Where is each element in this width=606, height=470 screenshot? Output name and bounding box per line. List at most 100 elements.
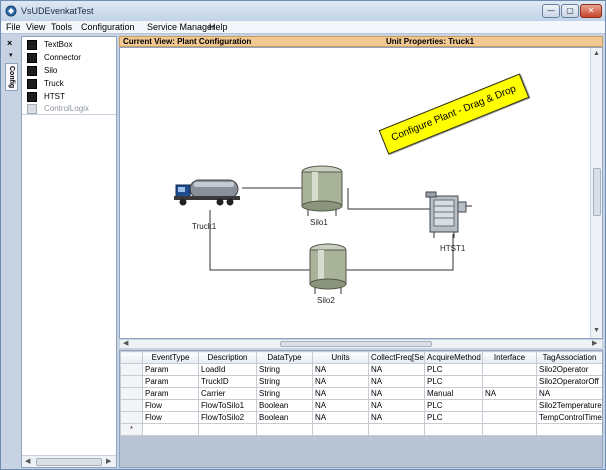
grid-cell[interactable]: String <box>256 363 313 376</box>
column-header[interactable]: AcquireMethod <box>424 351 483 364</box>
grid-cell[interactable]: NA <box>368 375 425 388</box>
grid-cell[interactable]: PLC <box>424 399 483 412</box>
title-bar[interactable]: VsUDEvenkatTest — ▢ ✕ <box>1 1 605 21</box>
canvas-horizontal-scrollbar[interactable]: ◀ ▶ <box>119 339 603 349</box>
column-header[interactable]: Description <box>198 351 257 364</box>
grid-cell[interactable]: LoadId <box>198 363 257 376</box>
new-row-marker[interactable]: * <box>120 423 143 436</box>
grid-cell[interactable]: PLC <box>424 375 483 388</box>
grid-cell[interactable]: Param <box>142 387 199 400</box>
row-header[interactable] <box>120 411 143 424</box>
grid-cell[interactable]: Param <box>142 375 199 388</box>
toolbox-item-htst[interactable]: HTST <box>24 91 114 103</box>
scroll-thumb[interactable] <box>280 341 432 347</box>
maximize-button[interactable]: ▢ <box>561 4 579 18</box>
grid-cell[interactable]: FlowToSilo1 <box>198 399 257 412</box>
grid-cell[interactable]: PLC <box>424 363 483 376</box>
close-button[interactable]: ✕ <box>580 4 602 18</box>
grid-cell[interactable]: Silo2OperatorOff <box>536 375 602 388</box>
column-header[interactable]: TagAssociation <box>536 351 602 364</box>
row-header[interactable] <box>120 387 143 400</box>
grid-cell[interactable]: Boolean <box>256 399 313 412</box>
grid-cell[interactable] <box>368 423 425 436</box>
toolbox-horizontal-scrollbar[interactable]: ◀ ▶ <box>22 455 116 467</box>
grid-cell[interactable]: TempControlTimer <box>536 411 602 424</box>
row-header[interactable] <box>120 375 143 388</box>
scroll-thumb[interactable] <box>36 458 102 466</box>
toolbox-item-label: TextBox <box>44 40 73 49</box>
grid-cell[interactable]: FlowToSilo2 <box>198 411 257 424</box>
toolbox-item-textbox[interactable]: TextBox <box>24 39 114 51</box>
scroll-right-icon[interactable]: ▶ <box>592 340 597 348</box>
grid-cell[interactable]: NA <box>312 387 369 400</box>
grid-cell[interactable]: Flow <box>142 399 199 412</box>
new-row[interactable]: * <box>120 423 602 436</box>
menu-tools[interactable]: Tools <box>51 22 72 32</box>
grid-cell[interactable] <box>482 399 537 412</box>
toolbox-item-connector[interactable]: Connector <box>24 52 114 64</box>
scroll-left-icon[interactable]: ◀ <box>123 340 128 348</box>
menu-help[interactable]: Help <box>209 22 228 32</box>
scroll-left-icon[interactable]: ◀ <box>25 457 30 465</box>
grid-cell[interactable] <box>312 423 369 436</box>
grid-cell[interactable]: NA <box>312 399 369 412</box>
table-row[interactable]: Flow FlowToSilo2 Boolean NA NA PLC TempC… <box>120 411 602 424</box>
scroll-up-icon[interactable]: ▲ <box>593 50 600 57</box>
grid-cell[interactable] <box>482 411 537 424</box>
column-header[interactable]: CollectFreq[Sec] <box>368 351 425 364</box>
grid-cell[interactable]: NA <box>312 363 369 376</box>
grid-cell[interactable]: PLC <box>424 411 483 424</box>
grid-cell[interactable] <box>256 423 313 436</box>
dock-close-icon[interactable]: × <box>7 38 12 48</box>
grid-cell[interactable]: String <box>256 375 313 388</box>
column-header[interactable]: Units <box>312 351 369 364</box>
grid-cell[interactable]: Carrier <box>198 387 257 400</box>
scroll-thumb[interactable] <box>593 168 601 216</box>
grid-cell[interactable]: String <box>256 387 313 400</box>
grid-cell[interactable]: Param <box>142 363 199 376</box>
grid-cell[interactable]: NA <box>536 387 602 400</box>
grid-cell[interactable] <box>482 423 537 436</box>
plant-canvas[interactable]: Truck1 Silo1 Silo2 HTST1 Configure Plant… <box>119 47 603 339</box>
column-header[interactable]: EventType <box>142 351 199 364</box>
grid-cell[interactable]: NA <box>482 387 537 400</box>
grid-cell[interactable] <box>536 423 602 436</box>
grid-cell[interactable]: Silo2Operator <box>536 363 602 376</box>
grid-cell[interactable]: Flow <box>142 411 199 424</box>
grid-cell[interactable]: NA <box>312 375 369 388</box>
minimize-button[interactable]: — <box>542 4 560 18</box>
menu-view[interactable]: View <box>26 22 45 32</box>
grid-cell[interactable]: Boolean <box>256 411 313 424</box>
column-header[interactable]: DataType <box>256 351 313 364</box>
menu-service-manager[interactable]: Service Manager <box>147 22 215 32</box>
grid-cell[interactable]: Silo2Temperature <box>536 399 602 412</box>
grid-cell[interactable]: NA <box>312 411 369 424</box>
scroll-right-icon[interactable]: ▶ <box>106 457 111 465</box>
grid-cell[interactable]: NA <box>368 387 425 400</box>
grid-cell[interactable]: NA <box>368 363 425 376</box>
toolbox-item-silo[interactable]: Silo <box>24 65 114 77</box>
table-row[interactable]: Param Carrier String NA NA Manual NA NA <box>120 387 602 400</box>
tab-config[interactable]: Config <box>5 63 18 91</box>
table-row[interactable]: Flow FlowToSilo1 Boolean NA NA PLC Silo2… <box>120 399 602 412</box>
row-header[interactable] <box>120 363 143 376</box>
toolbox-item-truck[interactable]: Truck <box>24 78 114 90</box>
menu-configuration[interactable]: Configuration <box>81 22 135 32</box>
grid-cell[interactable]: NA <box>368 411 425 424</box>
grid-cell[interactable] <box>424 423 483 436</box>
dock-pin-icon[interactable]: ▾ <box>9 51 13 59</box>
column-header[interactable]: Interface <box>482 351 537 364</box>
grid-cell[interactable] <box>142 423 199 436</box>
grid-cell[interactable]: NA <box>368 399 425 412</box>
row-header[interactable] <box>120 399 143 412</box>
scroll-down-icon[interactable]: ▼ <box>593 327 600 334</box>
grid-cell[interactable] <box>482 363 537 376</box>
grid-cell[interactable]: TruckID <box>198 375 257 388</box>
grid-cell[interactable] <box>482 375 537 388</box>
grid-cell[interactable]: Manual <box>424 387 483 400</box>
canvas-vertical-scrollbar[interactable]: ▲ ▼ <box>590 48 602 338</box>
table-row[interactable]: Param LoadId String NA NA PLC Silo2Opera… <box>120 363 602 376</box>
table-row[interactable]: Param TruckID String NA NA PLC Silo2Oper… <box>120 375 602 388</box>
grid-cell[interactable] <box>198 423 257 436</box>
menu-file[interactable]: File <box>6 22 21 32</box>
